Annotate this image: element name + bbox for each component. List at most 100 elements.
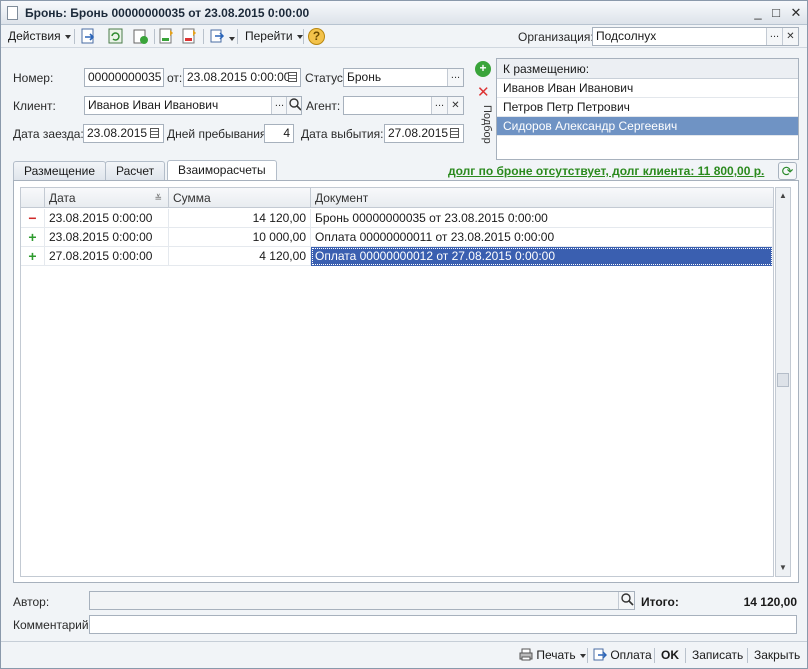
reread-icon[interactable] [107,28,124,45]
copy-icon[interactable] [132,28,149,45]
printer-icon [519,648,533,661]
scroll-thumb[interactable] [777,373,789,387]
agent-clear-button[interactable]: ✕ [447,97,463,114]
organization-value: Подсолнух [596,29,657,43]
toolbar-separator [303,29,304,44]
chevron-down-icon[interactable] [229,37,235,41]
calendar-icon[interactable] [150,128,159,138]
row-mark-minus: − [21,209,45,228]
statusbar-separator [587,648,588,663]
row-date: 23.08.2015 0:00:00 [45,209,169,228]
author-search-button[interactable] [618,592,634,609]
client-value: Иванов Иван Иванович [88,98,219,112]
toolbar-separator [203,29,204,44]
organization-label: Организация: [518,30,594,44]
row-mark-plus: + [21,247,45,266]
agent-field[interactable]: ... ✕ [343,96,464,115]
document-date-field[interactable]: 23.08.2015 0:00:00 [183,68,301,87]
number-field[interactable]: 00000000035 [84,68,164,87]
calendar-icon[interactable] [288,72,297,82]
payment-button[interactable]: Оплата [593,648,652,662]
calendar-icon[interactable] [450,128,459,138]
client-field[interactable]: Иванов Иван Иванович ... [84,96,302,115]
client-search-button[interactable] [286,97,301,114]
toolbar-separator [74,29,75,44]
ok-button[interactable]: OK [661,648,679,662]
sort-icon: ≚ [154,193,162,203]
structure-icon[interactable] [209,28,226,45]
scroll-down-icon[interactable]: ▼ [776,561,790,575]
chevron-down-icon [64,34,71,39]
column-document[interactable]: Документ [311,188,773,208]
status-field[interactable]: Бронь ... [343,68,464,87]
row-document: Оплата 00000000011 от 23.08.2015 0:00:00 [311,228,773,247]
row-document: Оплата 00000000012 от 27.08.2015 0:00:00 [311,247,773,266]
document-window: Бронь: Бронь 00000000035 от 23.08.2015 0… [0,0,808,669]
row-date: 27.08.2015 0:00:00 [45,247,169,266]
row-date: 23.08.2015 0:00:00 [45,228,169,247]
mark-column-header [21,188,45,208]
payment-label: Оплата [610,648,652,662]
maximize-button[interactable]: □ [767,4,785,21]
agent-label: Агент: [306,99,341,113]
refresh-icon[interactable]: ⟳ [778,162,797,180]
column-sum[interactable]: Сумма [169,188,311,208]
list-item[interactable]: Петров Петр Петрович [497,98,798,117]
unfill-icon[interactable] [181,28,198,45]
list-item[interactable]: Сидоров Александр Сергеевич [497,117,798,136]
toolbar-separator [154,29,155,44]
save-button[interactable]: Записать [692,648,743,662]
status-select-button[interactable]: ... [447,69,463,86]
agent-select-button[interactable]: ... [431,97,447,114]
tab-settlements[interactable]: Взаиморасчеты [167,160,277,181]
column-date[interactable]: Дата ≚ [45,188,169,208]
goto-menu-button[interactable]: Перейти [245,28,303,45]
list-item[interactable]: Иванов Иван Иванович [497,79,798,98]
checkin-date-field[interactable]: 23.08.2015 [83,124,164,143]
checkout-date-field[interactable]: 27.08.2015 [384,124,464,143]
toolbar-separator [237,29,238,44]
scroll-up-icon[interactable]: ▲ [776,189,790,203]
tab-placement[interactable]: Размещение [13,161,106,180]
days-label: Дней пребывания: [167,127,270,141]
help-icon[interactable]: ? [308,28,325,45]
organization-clear-button[interactable]: ✕ [782,28,798,45]
close-button[interactable]: Закрыть [754,648,800,662]
table-header: Дата ≚ Сумма Документ [21,188,773,208]
print-button[interactable]: Печать [519,648,586,662]
minimize-button[interactable]: _ [749,4,767,21]
column-date-label: Дата [49,191,76,205]
table-row[interactable]: − 23.08.2015 0:00:00 14 120,00 Бронь 000… [21,209,773,228]
comment-field[interactable] [89,615,797,634]
organization-select-button[interactable]: ... [766,28,782,45]
client-select-button[interactable]: ... [271,97,287,114]
close-window-button[interactable]: ✕ [787,4,805,21]
table-scrollbar[interactable]: ▲ ▼ [775,187,791,577]
row-sum: 10 000,00 [169,228,311,247]
author-field[interactable] [89,591,635,610]
placement-list: К размещению: Иванов Иван Иванович Петро… [496,58,799,160]
fill-icon[interactable] [158,28,175,45]
document-date-value: 23.08.2015 0:00:00 [187,70,291,84]
debt-status-link[interactable]: долг по броне отсутствует, долг клиента:… [448,164,764,178]
tab-calculation[interactable]: Расчет [105,161,166,180]
table-row[interactable]: + 27.08.2015 0:00:00 4 120,00 Оплата 000… [21,247,773,266]
magnifier-icon [288,98,301,111]
row-sum: 14 120,00 [169,209,311,228]
payment-icon [593,648,607,661]
table-row[interactable]: + 23.08.2015 0:00:00 10 000,00 Оплата 00… [21,228,773,247]
status-label: Статус: [305,71,347,85]
status-value: Бронь [347,70,382,84]
actions-menu-button[interactable]: Действия [8,28,71,45]
delete-icon[interactable]: ✕ [477,83,490,101]
title-bar: Бронь: Бронь 00000000035 от 23.08.2015 0… [1,1,807,25]
add-icon[interactable]: + [475,61,491,77]
days-field[interactable]: 4 [264,124,294,143]
goto-menu-label: Перейти [245,29,293,43]
organization-field[interactable]: Подсолнух ... ✕ [592,27,799,46]
post-document-icon[interactable] [80,28,97,45]
row-mark-plus: + [21,228,45,247]
comment-label: Комментарий: [13,618,92,632]
selection-button[interactable]: Подбор [475,105,493,155]
checkin-date-value: 23.08.2015 [87,126,148,140]
